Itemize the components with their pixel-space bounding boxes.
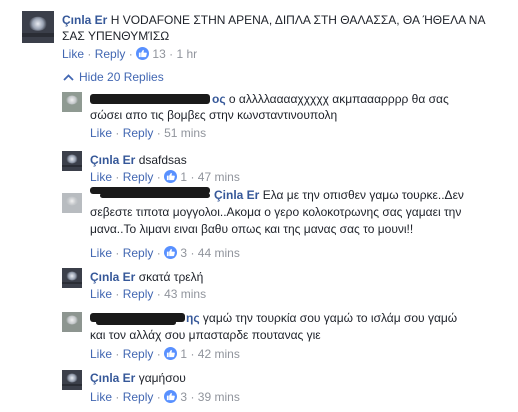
timestamp[interactable]: 47 mins	[198, 170, 240, 184]
separator: ·	[156, 287, 161, 301]
separator: ·	[115, 246, 120, 260]
comment-author[interactable]: Çınla Er	[90, 153, 135, 167]
separator: ·	[156, 390, 161, 404]
like-link[interactable]: Like	[90, 287, 112, 301]
reply-line1: Çinla Er Ελα με την οπισθεν γαμω τουρκε.…	[90, 188, 464, 203]
comment-text: σκατά τρελή	[138, 270, 204, 284]
comment-actions: Like · Reply · 13 · 1 hr	[62, 47, 197, 62]
comment-text: γαμήσου	[138, 371, 186, 385]
comment-author[interactable]: ος	[212, 92, 226, 106]
comment-text: Ελα με την οπισθεν γαμω τουρκε..Δεν	[262, 188, 464, 202]
reply-link[interactable]: Reply	[123, 390, 154, 404]
separator: ·	[87, 47, 92, 61]
comment-author[interactable]: Çınla Er	[62, 13, 107, 27]
like-link[interactable]: Like	[90, 126, 112, 140]
separator: ·	[156, 347, 161, 361]
hide-replies-label[interactable]: Hide 20 Replies	[79, 70, 164, 84]
comment-author[interactable]: Çınla Er	[90, 371, 135, 385]
timestamp[interactable]: 43 mins	[164, 287, 206, 301]
reaction-count[interactable]: 13	[152, 47, 165, 61]
reply-link[interactable]: Reply	[123, 347, 154, 361]
avatar[interactable]	[22, 11, 54, 43]
comment-text: σώσει απο τις βομβες στην κωνσταντινουπο…	[90, 108, 338, 122]
avatar[interactable]	[62, 151, 82, 171]
comment-text: dsafdsas	[138, 153, 187, 167]
separator: ·	[156, 170, 161, 184]
thumbs-up-icon[interactable]	[164, 347, 178, 360]
separator: ·	[115, 390, 120, 404]
reaction-count[interactable]: 3	[180, 246, 187, 260]
like-link[interactable]: Like	[90, 170, 112, 184]
comment-text: σεβεστε τιποτα μογγολοι..Ακομα ο γερο κο…	[90, 205, 462, 219]
comment-author[interactable]: ης	[186, 311, 200, 325]
separator: ·	[156, 126, 161, 140]
timestamp[interactable]: 51 mins	[164, 126, 206, 140]
separator: ·	[190, 390, 195, 404]
timestamp[interactable]: 39 mins	[198, 390, 240, 404]
comment-actions: Like · Reply · 1 · 47 mins	[90, 170, 240, 185]
avatar[interactable]	[62, 193, 82, 213]
reply-link[interactable]: Reply	[123, 287, 154, 301]
avatar[interactable]	[62, 370, 82, 390]
separator: ·	[169, 47, 174, 61]
separator: ·	[190, 347, 195, 361]
thumbs-up-icon[interactable]	[136, 47, 150, 60]
timestamp[interactable]: 44 mins	[198, 246, 240, 260]
chevron-up-icon	[63, 74, 74, 81]
comment-actions: Like · Reply · 3 · 44 mins	[90, 246, 240, 261]
separator: ·	[190, 246, 195, 260]
mention-link[interactable]: Çinla Er	[214, 188, 259, 202]
thumbs-up-icon[interactable]	[164, 246, 178, 259]
comment-actions: Like · Reply · 3 · 39 mins	[90, 390, 240, 405]
comment-text: ΣΑΣ ΥΠΕΝΘΥΜΊΣΩ	[62, 29, 170, 43]
reaction-count[interactable]: 1	[180, 347, 187, 361]
comment-text: και τον αλλάχ σου μπασταρδε πουτανας γιε	[90, 328, 321, 342]
comment-actions: Like · Reply · 51 mins	[90, 126, 206, 141]
thumbs-up-icon[interactable]	[164, 170, 178, 183]
comment-text: γαμώ την τουρκία σου γαμώ το ισλάμ σου γ…	[202, 311, 458, 325]
separator: ·	[115, 287, 120, 301]
like-link[interactable]: Like	[62, 47, 84, 61]
reply-line1: Çınla Er σκατά τρελή	[90, 270, 203, 285]
comment-author[interactable]: Çınla Er	[90, 270, 135, 284]
comment-actions: Like · Reply · 43 mins	[90, 287, 206, 302]
separator: ·	[115, 126, 120, 140]
reply-line1: ος ο αλλλλααααχχχχχ ακμπαααρρρρ θα σας	[90, 92, 449, 107]
comment-text: Η VODAFONE ΣΤΗΝ ΑΡΕΝΑ, ΔΙΠΛΑ ΣΤΗ ΘΑΛΑΣΣΑ…	[110, 13, 486, 27]
avatar[interactable]	[62, 92, 82, 112]
thumbs-up-icon[interactable]	[164, 390, 178, 403]
separator: ·	[128, 47, 133, 61]
timestamp[interactable]: 1 hr	[176, 47, 197, 61]
reply-link[interactable]: Reply	[95, 47, 126, 61]
avatar[interactable]	[62, 312, 82, 332]
separator: ·	[115, 347, 120, 361]
top-comment-line1: Çınla Er Η VODAFONE ΣΤΗΝ ΑΡΕΝΑ, ΔΙΠΛΑ ΣΤ…	[62, 13, 485, 28]
reaction-count[interactable]: 1	[180, 170, 187, 184]
hide-replies-link[interactable]: Hide 20 Replies	[63, 70, 164, 85]
like-link[interactable]: Like	[90, 246, 112, 260]
separator: ·	[156, 246, 161, 260]
reply-line1: ης γαμώ την τουρκία σου γαμώ το ισλάμ σο…	[90, 311, 457, 326]
reply-line1: Çınla Er γαμήσου	[90, 371, 186, 386]
reply-link[interactable]: Reply	[123, 126, 154, 140]
avatar[interactable]	[62, 268, 82, 288]
reply-line1: Çınla Er dsafdsas	[90, 153, 187, 168]
like-link[interactable]: Like	[90, 347, 112, 361]
comment-text: μανα..Το λιμανι ειναι βαθυ οπως και της …	[90, 222, 414, 236]
comment-text: ο αλλλλααααχχχχχ ακμπαααρρρρ θα σας	[228, 92, 449, 106]
like-link[interactable]: Like	[90, 390, 112, 404]
timestamp[interactable]: 42 mins	[198, 347, 240, 361]
reply-link[interactable]: Reply	[123, 170, 154, 184]
separator: ·	[190, 170, 195, 184]
reply-link[interactable]: Reply	[123, 246, 154, 260]
comment-actions: Like · Reply · 1 · 42 mins	[90, 347, 240, 362]
reaction-count[interactable]: 3	[180, 390, 187, 404]
separator: ·	[115, 170, 120, 184]
